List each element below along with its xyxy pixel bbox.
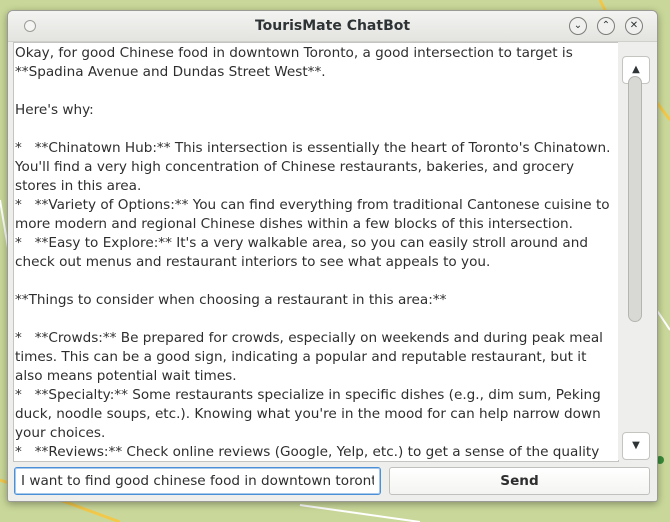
title-bar: TourisMate ChatBot ⌄ ⌃ ✕ (8, 11, 657, 42)
scroll-thumb[interactable] (628, 76, 642, 322)
chat-response-text: Okay, for good Chinese food in downtown … (15, 45, 611, 460)
scroll-track[interactable] (628, 76, 642, 426)
message-input[interactable] (14, 467, 381, 495)
vertical-scrollbar[interactable]: ▲ ▼ (618, 42, 652, 460)
chatbot-window: TourisMate ChatBot ⌄ ⌃ ✕ Okay, for good … (7, 10, 658, 502)
chat-response-area[interactable]: Okay, for good Chinese food in downtown … (13, 42, 619, 462)
close-button[interactable]: ✕ (625, 17, 643, 35)
scroll-down-button[interactable]: ▼ (622, 432, 650, 460)
send-button[interactable]: Send (389, 467, 650, 495)
maximize-button[interactable]: ⌃ (597, 17, 615, 35)
window-title: TourisMate ChatBot (254, 18, 411, 34)
minimize-button[interactable]: ⌄ (569, 17, 587, 35)
